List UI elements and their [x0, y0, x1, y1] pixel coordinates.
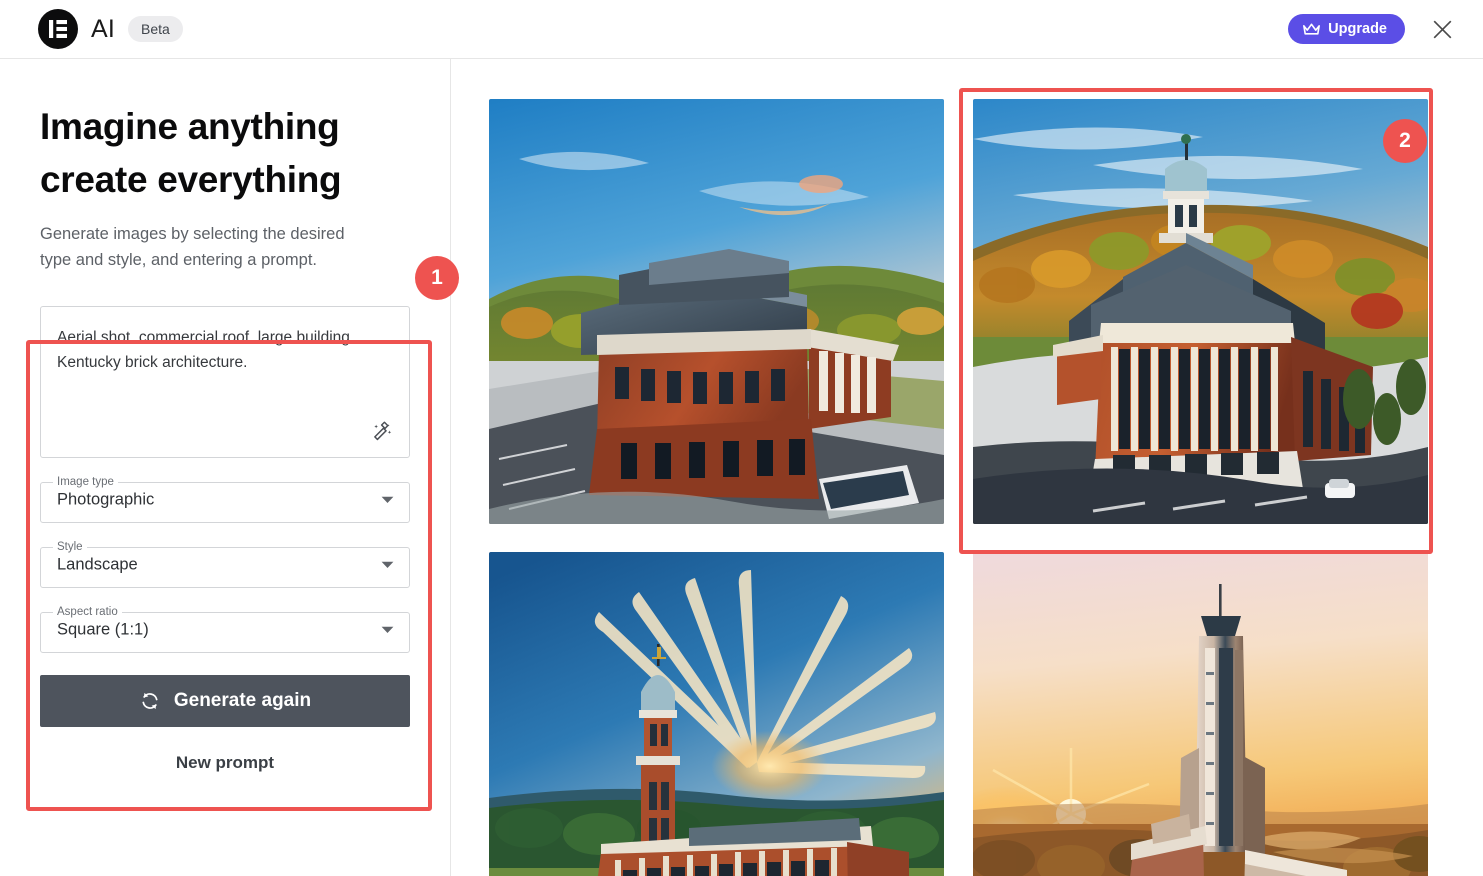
result-image-4[interactable]	[973, 552, 1428, 876]
style-select[interactable]: Style Landscape	[40, 541, 410, 589]
prompt-input-value: Aerial shot, commercial roof, large buil…	[57, 329, 355, 372]
aspect-ratio-select[interactable]: Aspect ratio Square (1:1)	[40, 606, 410, 654]
result-image-2[interactable]	[973, 99, 1428, 524]
ai-image-generator-modal: AI Beta Upgrade Imagine anything create …	[0, 0, 1483, 876]
chevron-down-icon	[381, 621, 394, 639]
upgrade-button-label: Upgrade	[1328, 20, 1387, 37]
app-header: AI Beta Upgrade	[0, 0, 1483, 59]
annotation-marker-2: 2	[1383, 119, 1427, 163]
page-title: Imagine anything create everything	[40, 106, 342, 200]
app-title: AI	[91, 14, 116, 43]
results-panel: 2	[451, 59, 1483, 876]
modal-body: Imagine anything create everything Gener…	[0, 59, 1483, 876]
page-subtitle: Generate images by selecting the desired…	[40, 225, 345, 269]
close-icon	[1432, 19, 1453, 40]
generate-again-button[interactable]: Generate again	[40, 675, 410, 728]
crown-icon	[1303, 23, 1321, 36]
image-type-select[interactable]: Image type Photographic	[40, 476, 410, 524]
image-type-label: Image type	[57, 476, 114, 489]
chevron-down-icon	[381, 556, 394, 574]
style-value: Landscape	[57, 555, 138, 574]
enhance-prompt-button[interactable]	[369, 419, 395, 445]
beta-badge: Beta	[128, 16, 183, 42]
new-prompt-button[interactable]: New prompt	[40, 753, 410, 773]
brand: AI Beta	[0, 9, 183, 49]
generate-again-label: Generate again	[173, 690, 312, 712]
aspect-ratio-value: Square (1:1)	[57, 620, 149, 639]
upgrade-button[interactable]: Upgrade	[1288, 13, 1405, 45]
style-label: Style	[57, 541, 83, 554]
close-button[interactable]	[1427, 14, 1457, 44]
elementor-logo-icon	[38, 9, 78, 49]
image-type-value: Photographic	[57, 490, 155, 509]
results-grid	[489, 99, 1428, 876]
header-actions: Upgrade	[1288, 13, 1483, 45]
annotation-marker-1: 1	[415, 256, 459, 300]
chevron-down-icon	[381, 491, 394, 509]
result-image-1[interactable]	[489, 99, 944, 524]
result-image-3[interactable]	[489, 552, 944, 876]
prompt-input[interactable]: Aerial shot, commercial roof, large buil…	[40, 306, 410, 459]
prompt-sidebar: Imagine anything create everything Gener…	[0, 59, 451, 876]
refresh-icon	[139, 690, 161, 712]
aspect-ratio-label: Aspect ratio	[57, 606, 118, 619]
magic-wand-icon	[371, 421, 393, 443]
